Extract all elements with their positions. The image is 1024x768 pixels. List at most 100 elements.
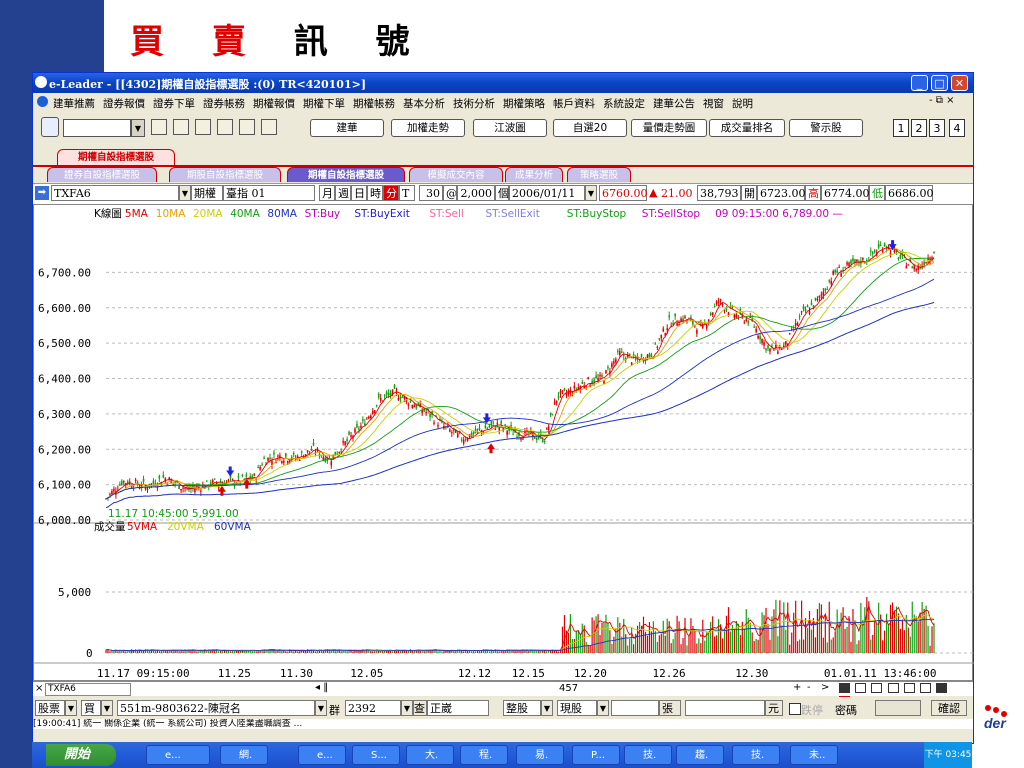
combo-arrow-icon[interactable]: ▼ — [131, 119, 145, 137]
zoom-plus-button[interactable]: + — [793, 682, 801, 693]
query-button[interactable]: 查 — [413, 700, 427, 716]
period-month[interactable]: 月 — [319, 185, 335, 201]
taskbar-item-3[interactable]: S... — [352, 745, 400, 765]
menu-item-9[interactable]: 期權策略 — [503, 96, 545, 111]
menu-item-2[interactable]: 證券下單 — [153, 96, 195, 111]
tool-icon-6[interactable] — [261, 119, 277, 135]
start-button[interactable]: 開始 — [46, 744, 116, 766]
add-icon[interactable] — [151, 119, 167, 135]
order-type-dropdown-icon[interactable]: ▼ — [65, 700, 77, 716]
menu-item-7[interactable]: 基本分析 — [403, 96, 445, 111]
tab-current-page[interactable]: 期權自設指標選股 — [57, 149, 175, 165]
confirm-button[interactable]: 確認 — [931, 700, 967, 716]
menu-item-12[interactable]: 建華公告 — [653, 96, 695, 111]
trade-type[interactable]: 現股 — [557, 700, 597, 716]
toolbar-button-4[interactable]: 量價走勢圖 — [631, 119, 707, 137]
tab-futures-stock-selector[interactable]: 期股自設指標選股 — [169, 167, 281, 182]
tab-options-selector[interactable]: 期權自設指標選股 — [287, 167, 405, 182]
tool-icon-2[interactable] — [173, 119, 189, 135]
menu-item-11[interactable]: 系統設定 — [603, 96, 645, 111]
menu-item-5[interactable]: 期權下單 — [303, 96, 345, 111]
toolbar-button-6[interactable]: 警示股 — [789, 119, 863, 137]
order-type[interactable]: 股票 — [35, 700, 65, 716]
period-day[interactable]: 日 — [351, 185, 367, 201]
tool-icon-4[interactable] — [217, 119, 233, 135]
crosshair-tool-icon[interactable] — [855, 683, 867, 693]
layout-2-button[interactable]: 2 — [911, 119, 927, 137]
quantity-input[interactable] — [611, 700, 659, 716]
price-input[interactable] — [685, 700, 765, 716]
window-titlebar[interactable]: e-Leader - [[4302]期權自設指標選股 :(0) TR<42010… — [33, 73, 973, 93]
scroll-right-button[interactable]: > — [821, 682, 829, 693]
close-button[interactable]: ✕ — [951, 75, 968, 91]
menu-item-14[interactable]: 說明 — [732, 96, 753, 111]
toolbar-button-3[interactable]: 自選20 — [553, 119, 627, 137]
maximize-button[interactable]: □ — [931, 75, 948, 91]
account-select[interactable]: 551m-9803622-陳冠名 — [117, 700, 315, 716]
taskbar-item-4[interactable]: 大. — [406, 745, 454, 765]
menu-item-3[interactable]: 證券帳務 — [203, 96, 245, 111]
taskbar-item-8[interactable]: 技. — [624, 745, 672, 765]
minimize-button[interactable]: _ — [911, 75, 928, 91]
scroll-left-icon[interactable]: ◂ ‖ — [315, 682, 328, 693]
symbol-input[interactable]: TXFA6 — [51, 185, 179, 201]
password-input[interactable] — [875, 700, 921, 716]
toolbar-button-0[interactable]: 建華 — [310, 119, 384, 137]
tab-results[interactable]: 成果分析 — [505, 167, 563, 182]
zoom-minus-button[interactable]: - — [807, 682, 811, 693]
taskbar-item-0[interactable]: e... — [146, 745, 210, 765]
order-side[interactable]: 買 — [81, 700, 101, 716]
layout-3-button[interactable]: 3 — [929, 119, 945, 137]
count-input[interactable]: 30 — [419, 185, 443, 201]
layout-1-button[interactable]: 1 — [893, 119, 909, 137]
taskbar-item-11[interactable]: 未.. — [790, 745, 838, 765]
menu-item-10[interactable]: 帳戶資料 — [553, 96, 595, 111]
trendline-tool-icon[interactable] — [871, 683, 883, 693]
menu-item-1[interactable]: 證券報價 — [103, 96, 145, 111]
tool-icon-3[interactable] — [195, 119, 211, 135]
taskbar-item-9[interactable]: 趨. — [676, 745, 724, 765]
taskbar-item-1[interactable]: 網. — [220, 745, 268, 765]
hline-tool-icon[interactable] — [903, 683, 915, 693]
toolbar-button-5[interactable]: 成交量排名 — [709, 119, 785, 137]
account-dropdown-icon[interactable]: ▼ — [315, 700, 327, 716]
toolbar-button-2[interactable]: 江波圖 — [473, 119, 547, 137]
vline-tool-icon[interactable] — [887, 683, 899, 693]
menu-item-8[interactable]: 技術分析 — [453, 96, 495, 111]
tab-simulation[interactable]: 模擬成交內容 — [409, 167, 503, 182]
fill-tool-icon[interactable] — [936, 683, 948, 693]
taskbar-item-6[interactable]: 易. — [516, 745, 564, 765]
lot-type[interactable]: 整股 — [503, 700, 541, 716]
taskbar-item-7[interactable]: P... — [572, 745, 620, 765]
date-input[interactable]: 2006/01/11 — [509, 185, 585, 201]
taskbar-item-2[interactable]: e... — [298, 745, 346, 765]
period-week[interactable]: 週 — [335, 185, 351, 201]
refresh-icon[interactable] — [41, 117, 59, 137]
chart-area[interactable]: 6,700.00 6,600.00 6,500.00 6,400.00 6,300.00… — [33, 204, 974, 681]
period-minute[interactable]: 分 — [383, 185, 399, 201]
arrow-right-icon[interactable]: ➡ — [35, 186, 49, 200]
taskbar-item-5[interactable]: 程. — [460, 745, 508, 765]
toolbar-button-1[interactable]: 加權走勢 — [391, 119, 465, 137]
trade-type-dropdown-icon[interactable]: ▼ — [597, 700, 609, 716]
order-side-dropdown-icon[interactable]: ▼ — [101, 700, 113, 716]
taskbar-item-10[interactable]: 技. — [732, 745, 780, 765]
limit-checkbox[interactable] — [789, 703, 801, 715]
layout-4-button[interactable]: 4 — [949, 119, 965, 137]
mdi-controls[interactable]: - ⧉ × — [929, 95, 955, 106]
qty-input[interactable]: 2,000 — [457, 185, 495, 201]
lot-type-dropdown-icon[interactable]: ▼ — [541, 700, 553, 716]
tab-securities-selector[interactable]: 證券自設指標選股 — [47, 167, 157, 182]
menu-item-0[interactable]: 建華推薦 — [53, 96, 95, 111]
tab-strategy[interactable]: 策略選股 — [567, 167, 631, 182]
menu-item-4[interactable]: 期權報價 — [253, 96, 295, 111]
toolbar-combo[interactable] — [63, 119, 131, 137]
menu-item-6[interactable]: 期權帳務 — [353, 96, 395, 111]
stock-code-dropdown-icon[interactable]: ▼ — [401, 700, 413, 716]
close-chart-icon[interactable]: × — [35, 683, 43, 694]
period-tick[interactable]: T — [399, 185, 415, 201]
stock-code-input[interactable]: 2392 — [345, 700, 401, 716]
date-dropdown-icon[interactable]: ▼ — [585, 185, 597, 201]
market-label[interactable]: 期權 — [191, 185, 223, 201]
cursor-tool-icon[interactable] — [839, 683, 850, 693]
